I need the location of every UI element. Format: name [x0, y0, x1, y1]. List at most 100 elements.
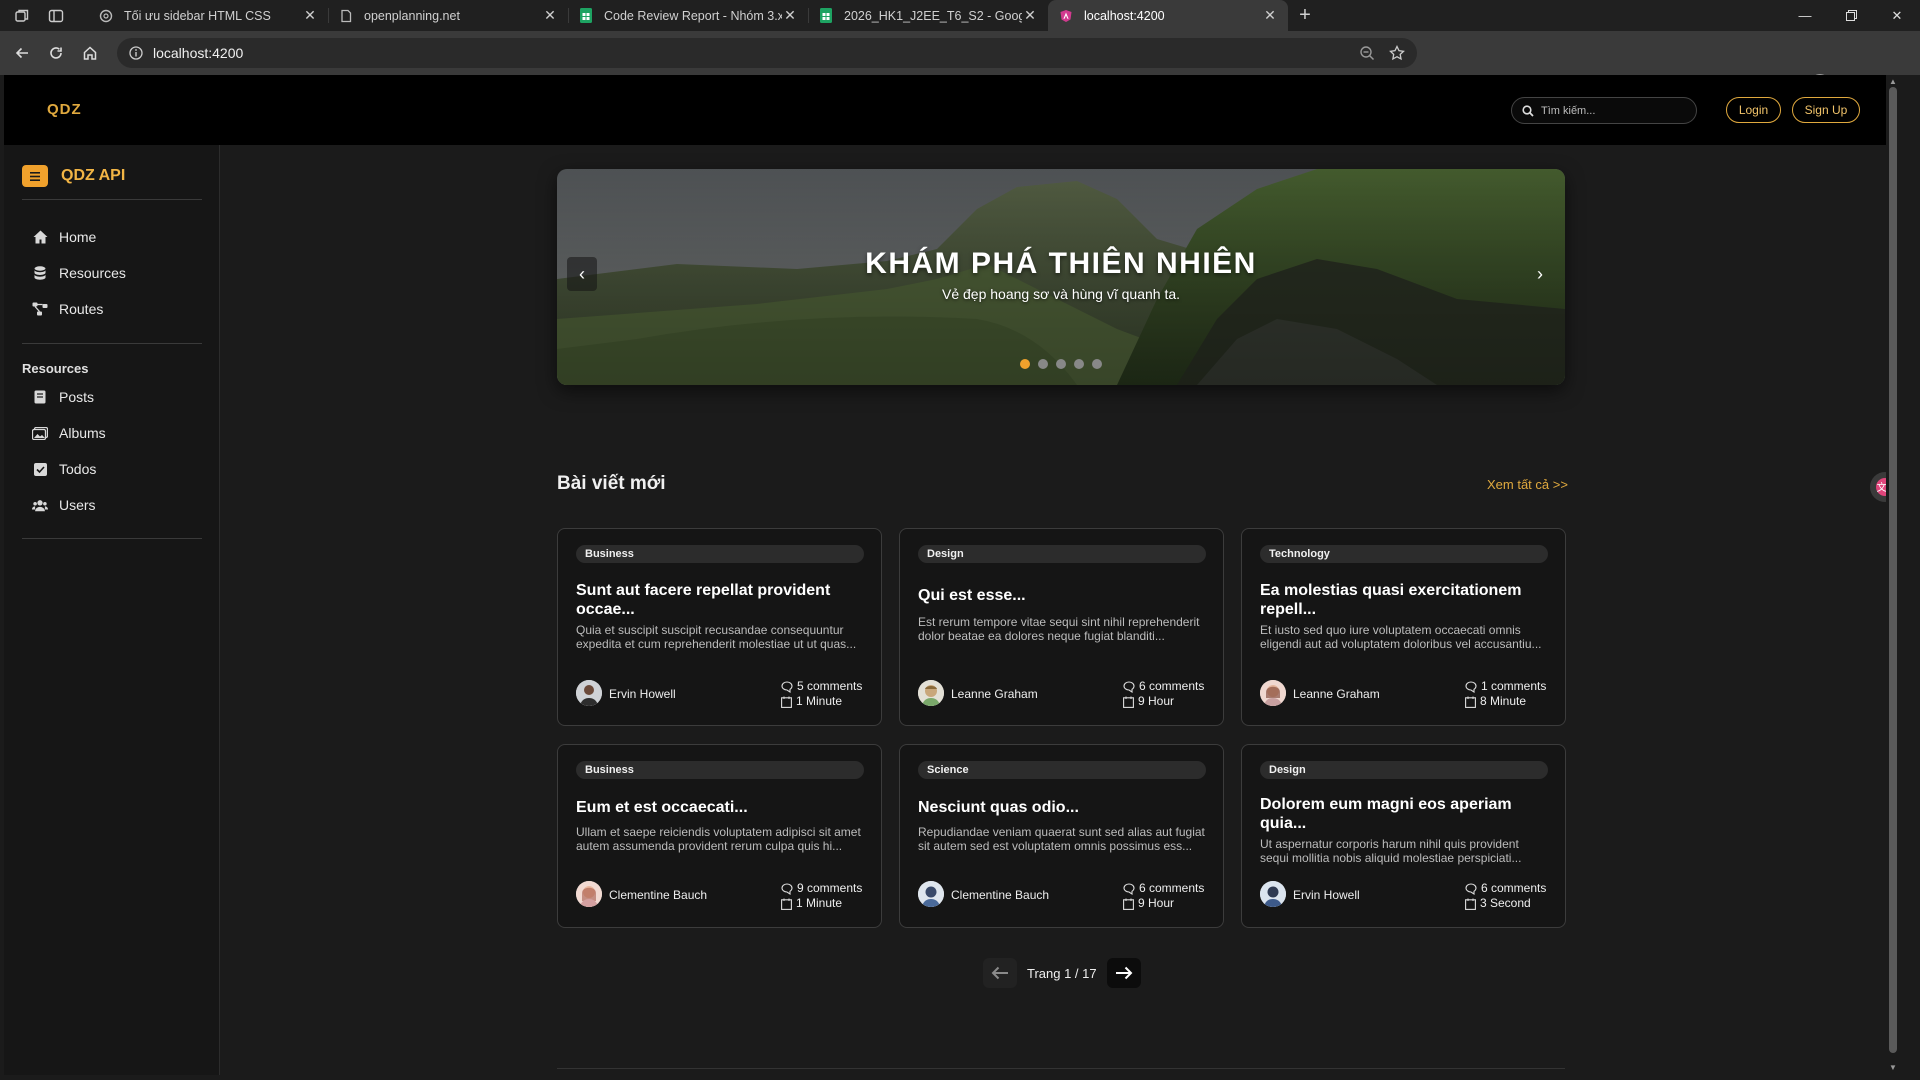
home-icon — [32, 229, 48, 245]
scroll-up-icon[interactable]: ▲ — [1889, 77, 1897, 86]
carousel-dot[interactable] — [1074, 359, 1084, 369]
sheets-favicon-icon — [818, 8, 834, 24]
post-card[interactable]: Business Eum et est occaecati... Ullam e… — [557, 744, 882, 928]
tab-title: Code Review Report - Nhóm 3.xlsx — [604, 8, 782, 23]
tab-title: openplanning.net — [364, 8, 460, 23]
arrow-right-icon — [1115, 966, 1133, 980]
database-icon — [32, 265, 48, 281]
pagination: Trang 1 / 17 — [983, 958, 1141, 988]
sidebar-item-routes[interactable]: Routes — [32, 296, 103, 322]
sidebar-item-albums[interactable]: Albums — [32, 420, 106, 446]
post-card[interactable]: Business Sunt aut facere repellat provid… — [557, 528, 882, 726]
scrollbar-thumb[interactable] — [1889, 87, 1897, 1053]
carousel-dot[interactable] — [1056, 359, 1066, 369]
close-tab-icon[interactable]: ✕ — [782, 7, 798, 24]
calendar-icon — [1123, 696, 1134, 708]
back-icon[interactable] — [8, 39, 36, 67]
post-title[interactable]: Nesciunt quas odio... — [918, 798, 1208, 817]
site-logo[interactable]: QDZ — [47, 101, 82, 118]
tab-title: Tối ưu sidebar HTML CSS — [124, 8, 271, 23]
carousel-dot[interactable] — [1020, 359, 1030, 369]
post-meta: 9 comments 1 Minute — [781, 881, 862, 911]
close-tab-icon[interactable]: ✕ — [542, 7, 558, 24]
author-name: Leanne Graham — [1293, 687, 1380, 701]
favorite-star-icon[interactable] — [1389, 45, 1405, 61]
prev-page-button[interactable] — [983, 958, 1017, 988]
reload-icon[interactable] — [42, 39, 70, 67]
post-meta: 6 comments 9 Hour — [1123, 881, 1204, 911]
next-page-button[interactable] — [1106, 958, 1141, 988]
login-button[interactable]: Login — [1726, 97, 1781, 123]
post-card[interactable]: Design Qui est esse... Est rerum tempore… — [899, 528, 1224, 726]
post-title[interactable]: Dolorem eum magni eos aperiam quia... — [1260, 795, 1550, 833]
comment-icon — [1465, 882, 1477, 895]
workspaces-icon[interactable] — [14, 8, 30, 24]
page-indicator: Trang 1 / 17 — [1027, 965, 1097, 981]
close-tab-icon[interactable]: ✕ — [302, 7, 318, 24]
site-info-icon[interactable] — [129, 46, 143, 60]
author-name: Leanne Graham — [951, 687, 1038, 701]
browser-tab[interactable]: openplanning.net ✕ — [328, 0, 568, 31]
close-tab-icon[interactable]: ✕ — [1022, 7, 1038, 24]
sidebar-divider — [22, 343, 202, 344]
search-input[interactable] — [1541, 104, 1681, 117]
author-name: Clementine Bauch — [609, 888, 708, 902]
comment-count: 9 comments — [797, 881, 863, 895]
browser-tab-active[interactable]: localhost:4200 ✕ — [1048, 0, 1288, 31]
sidebar-item-posts[interactable]: Posts — [32, 384, 94, 410]
sidebar-item-users[interactable]: Users — [32, 492, 96, 518]
category-badge: Science — [918, 761, 1206, 779]
browser-tab[interactable]: Code Review Report - Nhóm 3.xlsx ✕ — [568, 0, 808, 31]
minimize-icon[interactable]: — — [1782, 0, 1828, 31]
posts-icon — [32, 389, 48, 405]
browser-tab[interactable]: Tối ưu sidebar HTML CSS ✕ — [88, 0, 328, 31]
new-tab-button[interactable]: + — [1288, 0, 1322, 31]
post-title[interactable]: Sunt aut facere repellat provident occae… — [576, 581, 866, 619]
hero-subtitle: Vẻ đẹp hoang sơ và hùng vĩ quanh ta. — [941, 286, 1181, 302]
see-all-link[interactable]: Xem tất cả >> — [1487, 477, 1568, 492]
post-time: 3 Second — [1480, 896, 1531, 910]
carousel-prev-button[interactable]: ‹ — [567, 257, 597, 291]
calendar-icon — [781, 696, 792, 708]
browser-tab[interactable]: 2026_HK1_J2EE_T6_S2 - Google Tr ✕ — [808, 0, 1048, 31]
angular-favicon-icon — [1058, 8, 1074, 24]
tab-actions-icon[interactable] — [48, 8, 64, 24]
search-box[interactable] — [1511, 97, 1697, 124]
omnibox[interactable]: localhost:4200 — [117, 38, 1417, 68]
post-title[interactable]: Qui est esse... — [918, 586, 1208, 605]
post-meta: 1 comments 8 Minute — [1465, 679, 1546, 709]
hero-carousel: KHÁM PHÁ THIÊN NHIÊN Vẻ đẹp hoang sơ và … — [557, 169, 1565, 385]
post-card[interactable]: Science Nesciunt quas odio... Repudianda… — [899, 744, 1224, 928]
category-badge: Design — [1260, 761, 1548, 779]
post-meta: 5 comments 1 Minute — [781, 679, 862, 709]
signup-button[interactable]: Sign Up — [1792, 97, 1860, 123]
post-card[interactable]: Design Dolorem eum magni eos aperiam qui… — [1241, 744, 1566, 928]
home-browser-icon[interactable] — [76, 39, 104, 67]
zoom-icon[interactable] — [1359, 45, 1375, 61]
avatar — [576, 680, 602, 706]
post-time: 1 Minute — [796, 694, 843, 708]
sidebar-item-todos[interactable]: Todos — [32, 456, 96, 482]
close-tab-icon[interactable]: ✕ — [1262, 7, 1278, 24]
carousel-dot[interactable] — [1038, 359, 1048, 369]
carousel-next-button[interactable]: › — [1525, 257, 1555, 291]
sidebar-item-home[interactable]: Home — [32, 224, 96, 250]
scroll-down-icon[interactable]: ▼ — [1889, 1063, 1897, 1072]
browser-tab-bar: Tối ưu sidebar HTML CSS ✕ openplanning.n… — [0, 0, 1920, 31]
post-title[interactable]: Eum et est occaecati... — [576, 798, 866, 817]
category-badge: Design — [918, 545, 1206, 563]
restore-icon[interactable] — [1828, 0, 1874, 31]
tab-bar-controls — [0, 0, 88, 31]
close-window-icon[interactable]: ✕ — [1874, 0, 1920, 31]
sidebar-item-resources[interactable]: Resources — [32, 260, 126, 286]
post-card[interactable]: Technology Ea molestias quasi exercitati… — [1241, 528, 1566, 726]
menu-toggle-icon[interactable] — [22, 165, 48, 187]
sidebar-item-label: Home — [59, 229, 97, 245]
openai-favicon-icon — [98, 8, 114, 24]
page-scrollbar[interactable]: ▲ ▼ — [1886, 75, 1900, 1075]
sidebar-item-label: Routes — [59, 301, 104, 317]
post-excerpt: Et iusto sed quo iure voluptatem occaeca… — [1260, 623, 1542, 651]
carousel-dot[interactable] — [1092, 359, 1102, 369]
post-title[interactable]: Ea molestias quasi exercitationem repell… — [1260, 581, 1550, 619]
sidebar-divider — [22, 538, 202, 539]
